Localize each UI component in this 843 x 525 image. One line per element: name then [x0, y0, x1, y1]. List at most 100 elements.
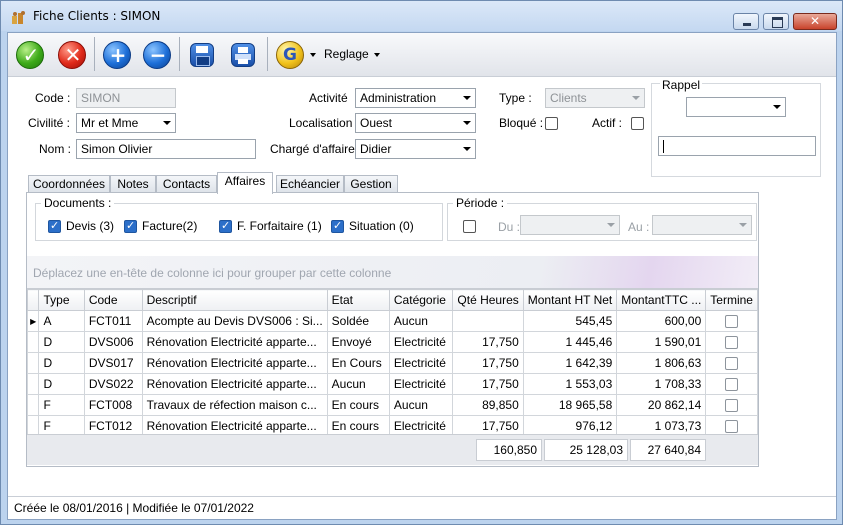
validate-button[interactable]: ✓ — [14, 39, 46, 71]
cell-montant-ttc[interactable]: 1 590,01 — [616, 331, 707, 353]
column-header-etat[interactable]: Etat — [326, 289, 390, 311]
au-date-field[interactable] — [652, 215, 752, 235]
cell-etat[interactable]: En Cours — [326, 352, 390, 374]
situation-checkbox[interactable] — [331, 219, 344, 233]
maximize-button[interactable] — [763, 13, 789, 30]
cell-termine[interactable] — [705, 352, 758, 374]
nom-field[interactable]: Simon Olivier — [76, 139, 256, 159]
group-by-panel[interactable]: Déplacez une en-tête de colonne ici pour… — [27, 256, 758, 289]
cell-descriptif[interactable]: Rénovation Electricité apparte... — [141, 352, 328, 374]
column-header-code[interactable]: Code — [83, 289, 143, 311]
cell-qte-heures[interactable]: 17,750 — [452, 352, 524, 374]
cell-qte-heures[interactable] — [452, 310, 524, 332]
cell-etat[interactable]: En cours — [326, 394, 390, 416]
tab-echeancier[interactable]: Echéancier — [276, 175, 344, 193]
cell-code[interactable]: DVS022 — [83, 373, 143, 395]
rappel-select[interactable] — [686, 97, 786, 117]
cell-etat[interactable]: Soldée — [326, 310, 390, 332]
code-field[interactable]: SIMON — [76, 88, 176, 108]
column-header-descriptif[interactable]: Descriptif — [141, 289, 328, 311]
devis-checkbox[interactable] — [48, 219, 61, 233]
print-button[interactable] — [227, 39, 259, 71]
table-row[interactable]: F FCT008 Travaux de réfection maison c..… — [26, 394, 758, 416]
termine-checkbox[interactable] — [725, 399, 739, 413]
tab-notes[interactable]: Notes — [110, 175, 156, 193]
options-dropdown-arrow[interactable] — [310, 53, 316, 57]
cell-descriptif[interactable]: Acompte au Devis DVS006 : Si... — [141, 310, 328, 332]
close-window-button[interactable]: ✕ — [793, 13, 837, 30]
cell-descriptif[interactable]: Travaux de réfection maison c... — [141, 394, 328, 416]
rappel-text-field[interactable] — [658, 136, 816, 156]
termine-checkbox[interactable] — [725, 378, 739, 392]
cell-montant-ttc[interactable]: 600,00 — [616, 310, 707, 332]
add-button[interactable]: + — [101, 39, 133, 71]
termine-checkbox[interactable] — [725, 420, 739, 434]
cell-qte-heures[interactable]: 17,750 — [452, 331, 524, 353]
cell-categorie[interactable]: Electricité — [388, 331, 454, 353]
cell-termine[interactable] — [705, 331, 758, 353]
cell-code[interactable]: DVS006 — [83, 331, 143, 353]
cell-montant-ttc[interactable]: 1 708,33 — [616, 373, 707, 395]
reglage-menu[interactable]: Reglage — [324, 47, 381, 63]
cell-type[interactable]: F — [38, 394, 85, 416]
cell-montant-ht[interactable]: 18 965,58 — [522, 394, 618, 416]
cell-descriptif[interactable]: Rénovation Electricité apparte... — [141, 373, 328, 395]
cell-type[interactable]: D — [38, 373, 85, 395]
cell-etat[interactable]: Envoyé — [326, 331, 390, 353]
cell-montant-ht[interactable]: 1 445,46 — [522, 331, 618, 353]
cell-montant-ttc[interactable]: 20 862,14 — [616, 394, 707, 416]
cell-montant-ht[interactable]: 1 553,03 — [522, 373, 618, 395]
cancel-button[interactable]: ✕ — [56, 39, 88, 71]
cell-qte-heures[interactable]: 89,850 — [452, 394, 524, 416]
actif-checkbox[interactable] — [631, 117, 644, 130]
cell-qte-heures[interactable]: 17,750 — [452, 373, 524, 395]
termine-checkbox[interactable] — [725, 315, 739, 329]
save-button[interactable] — [186, 39, 218, 71]
activite-select[interactable]: Administration — [355, 88, 476, 108]
minimize-button[interactable] — [733, 13, 759, 30]
column-header-montant-ttc[interactable]: MontantTTC ... — [616, 289, 707, 311]
termine-checkbox[interactable] — [725, 357, 739, 371]
cell-termine[interactable] — [705, 310, 758, 332]
column-header-type[interactable]: Type — [38, 289, 85, 311]
charge-affaires-select[interactable]: Didier — [355, 139, 476, 159]
cell-montant-ht[interactable]: 545,45 — [522, 310, 618, 332]
localisation-select[interactable]: Ouest — [355, 113, 476, 133]
tab-gestion[interactable]: Gestion — [344, 175, 398, 193]
tab-contacts[interactable]: Contacts — [156, 175, 217, 193]
cell-categorie[interactable]: Aucun — [388, 310, 454, 332]
table-row[interactable]: D DVS022 Rénovation Electricité apparte.… — [26, 373, 758, 395]
periode-checkbox[interactable] — [463, 220, 476, 233]
cell-descriptif[interactable]: Rénovation Electricité apparte... — [141, 331, 328, 353]
cell-type[interactable]: D — [38, 352, 85, 374]
cell-code[interactable]: FCT011 — [83, 310, 143, 332]
civilite-select[interactable]: Mr et Mme — [76, 113, 176, 133]
column-header-categorie[interactable]: Catégorie — [388, 289, 454, 311]
cell-termine[interactable] — [705, 394, 758, 416]
table-row[interactable]: D DVS006 Rénovation Electricité apparte.… — [26, 331, 758, 353]
tab-affaires[interactable]: Affaires — [217, 172, 273, 194]
cell-type[interactable]: A — [38, 310, 85, 332]
cell-code[interactable]: DVS017 — [83, 352, 143, 374]
cell-montant-ttc[interactable]: 1 806,63 — [616, 352, 707, 374]
options-button[interactable]: G — [274, 39, 306, 71]
cell-montant-ht[interactable]: 1 642,39 — [522, 352, 618, 374]
du-date-field[interactable] — [520, 215, 620, 235]
column-header-qte-heures[interactable]: Qté Heures — [452, 289, 524, 311]
column-header-termine[interactable]: Termine — [705, 289, 758, 311]
forfaitaire-checkbox[interactable] — [219, 219, 232, 233]
remove-button[interactable]: − — [141, 39, 173, 71]
cell-categorie[interactable]: Aucun — [388, 394, 454, 416]
cell-categorie[interactable]: Electricité — [388, 352, 454, 374]
cell-termine[interactable] — [705, 373, 758, 395]
cell-etat[interactable]: Aucun — [326, 373, 390, 395]
cell-categorie[interactable]: Electricité — [388, 373, 454, 395]
cell-type[interactable]: D — [38, 331, 85, 353]
cell-code[interactable]: FCT008 — [83, 394, 143, 416]
table-row[interactable]: ▶ A FCT011 Acompte au Devis DVS006 : Si.… — [26, 310, 758, 332]
column-header-montant-ht[interactable]: Montant HT Net — [522, 289, 618, 311]
facture-checkbox[interactable] — [124, 219, 137, 233]
type-select[interactable]: Clients — [545, 88, 645, 108]
termine-checkbox[interactable] — [725, 336, 739, 350]
table-row[interactable]: D DVS017 Rénovation Electricité apparte.… — [26, 352, 758, 374]
